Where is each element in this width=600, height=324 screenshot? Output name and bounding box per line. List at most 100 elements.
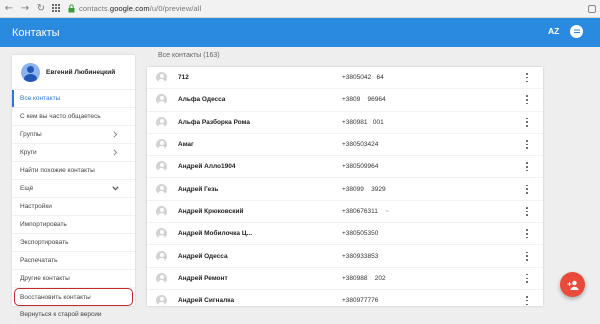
contact-avatar xyxy=(156,116,167,128)
contact-phone: +380933853 xyxy=(342,252,379,260)
more-vert-icon[interactable] xyxy=(524,184,530,195)
chevron-right-icon xyxy=(111,148,120,157)
contact-phone: +380981 001 xyxy=(342,118,384,126)
contact-name: Андрей Алло1904 xyxy=(178,163,236,171)
sidebar-item[interactable]: С кем вы часто общаетесь xyxy=(12,108,135,126)
contact-avatar xyxy=(156,228,167,240)
contact-name: Андрей Ремонт xyxy=(178,274,228,282)
sidebar-item-label: Ещё xyxy=(20,185,34,192)
contact-phone: +380503424 xyxy=(342,141,379,149)
lock-icon xyxy=(66,4,76,14)
contact-phone: +380676311 xyxy=(342,207,378,215)
sidebar-item[interactable]: Восстановить контакты xyxy=(14,288,133,306)
sidebar-item[interactable]: Распечатать xyxy=(12,252,135,270)
address-bar[interactable]: contacts.google.com/u/0/preview/all xyxy=(79,4,201,13)
contact-avatar xyxy=(156,250,167,262)
contact-phone: +380509964 xyxy=(342,163,379,171)
more-vert-icon[interactable] xyxy=(524,94,530,105)
contact-name: Андрей Сигналка xyxy=(178,297,235,305)
more-vert-icon[interactable] xyxy=(524,117,530,128)
contact-row[interactable]: Альфа Одесса +3809 96964 xyxy=(147,89,543,112)
sidebar-item-label: Экспортировать xyxy=(20,239,69,246)
contact-extra: ~ xyxy=(385,207,389,215)
contact-avatar xyxy=(156,272,167,284)
sidebar-item[interactable]: Круги xyxy=(12,144,135,162)
browser-toolbar: ← → ↻ contacts.google.com/u/0/preview/al… xyxy=(0,0,600,18)
sidebar-item-label: Круги xyxy=(20,149,37,156)
contact-row[interactable]: Андрей Гезь +38099 3929 xyxy=(147,178,543,201)
profile-name: Евгений Любинецкий xyxy=(46,68,116,76)
contact-phone: +3805042 64 xyxy=(342,74,384,82)
contact-name: Андрей Гезь xyxy=(178,185,219,193)
sidebar-item-label: С кем вы часто общаетесь xyxy=(20,113,101,120)
contact-name: Андрей Мобилочка Ц... xyxy=(178,230,252,238)
chevron-right-icon xyxy=(111,130,120,139)
contact-row[interactable]: Альфа Разборка Рома +380981 001 xyxy=(147,112,543,134)
sidebar-item-label: Распечатать xyxy=(20,257,58,264)
contact-avatar xyxy=(156,183,167,195)
contact-name: Альфа Одесса xyxy=(178,96,226,104)
contact-row[interactable]: Амаг +380503424 xyxy=(147,134,543,157)
profile-card[interactable]: Евгений Любинецкий xyxy=(12,55,135,90)
sidebar-item[interactable]: Импортировать xyxy=(12,216,135,234)
contacts-list: 712 +3805042 64 Альфа Одесса +3809 96964 Аль… xyxy=(147,67,543,313)
contact-row[interactable]: Андрей Одесса +380933853 xyxy=(147,245,543,268)
contact-phone: +3809 96964 xyxy=(342,96,386,104)
sidebar-item[interactable]: Найти похожие контакты xyxy=(12,162,135,180)
sidebar-item[interactable]: Вернуться к старой версии xyxy=(12,306,135,324)
contact-row[interactable]: Андрей Сигналка +380977776 xyxy=(147,290,543,313)
page-title: Все контакты (163) xyxy=(158,52,220,59)
contact-avatar xyxy=(156,295,167,307)
sidebar-item-label: Группы xyxy=(20,131,42,138)
contact-avatar xyxy=(156,205,167,217)
more-vert-icon[interactable] xyxy=(524,228,530,239)
sidebar-item[interactable]: Настройки xyxy=(12,198,135,216)
contact-avatar xyxy=(156,161,167,173)
sidebar-item-label: Настройки xyxy=(20,203,52,210)
add-contact-button[interactable] xyxy=(560,272,585,297)
sidebar-item[interactable]: Все контакты xyxy=(12,90,135,108)
sidebar-item[interactable]: Ещё xyxy=(12,180,135,198)
more-vert-icon[interactable] xyxy=(524,72,530,83)
chevron-down-icon xyxy=(111,184,120,193)
contact-name: Андрей Крюковский xyxy=(178,207,244,215)
more-vert-icon[interactable] xyxy=(524,273,530,284)
app-title: Контакты xyxy=(12,26,60,39)
contact-name: Андрей Одесса xyxy=(178,252,228,260)
sidebar-item-label: Другие контакты xyxy=(20,275,70,282)
sidebar-item[interactable]: Другие контакты xyxy=(12,270,135,288)
hangouts-icon[interactable] xyxy=(570,25,583,38)
more-vert-icon[interactable] xyxy=(524,161,530,172)
sidebar: Евгений Любинецкий Все контакты С кем вы … xyxy=(12,55,135,324)
sidebar-item-label: Все контакты xyxy=(20,95,61,102)
contact-row[interactable]: 712 +3805042 64 xyxy=(147,67,543,90)
sidebar-item[interactable]: Группы xyxy=(12,126,135,144)
contact-name: Амаг xyxy=(178,141,194,149)
more-vert-icon[interactable] xyxy=(524,139,530,150)
contact-phone: +380505350 xyxy=(342,230,379,238)
contact-avatar xyxy=(156,72,167,84)
more-vert-icon[interactable] xyxy=(524,295,530,306)
contact-avatar xyxy=(156,139,167,151)
more-vert-icon[interactable] xyxy=(524,251,530,262)
browser-menu-icon[interactable] xyxy=(588,4,596,13)
contact-row[interactable]: Андрей Алло1904 +380509964 xyxy=(147,156,543,179)
contact-row[interactable]: Андрей Ремонт +380988 202 xyxy=(147,268,543,290)
reload-icon[interactable]: ↻ xyxy=(34,2,48,16)
apps-grid-icon[interactable] xyxy=(52,4,61,13)
sidebar-item-label: Восстановить контакты xyxy=(20,293,91,301)
sidebar-item[interactable]: Экспортировать xyxy=(12,234,135,252)
contact-phone: +38099 3929 xyxy=(342,185,386,193)
sort-az-button[interactable]: AZ xyxy=(548,26,559,36)
sidebar-item-label: Вернуться к старой версии xyxy=(20,311,102,318)
forward-icon[interactable]: → xyxy=(18,2,32,16)
contact-row[interactable]: Андрей Мобилочка Ц... +380505350 xyxy=(147,223,543,246)
contact-name: 712 xyxy=(178,74,189,82)
contact-phone: +380988 202 xyxy=(342,274,386,282)
contact-row[interactable]: Андрей Крюковский +380676311 ~ xyxy=(147,201,543,224)
contact-name: Альфа Разборка Рома xyxy=(178,118,250,126)
back-icon[interactable]: ← xyxy=(2,2,16,16)
sidebar-item-label: Найти похожие контакты xyxy=(20,167,95,174)
contact-phone: +380977776 xyxy=(342,297,379,305)
more-vert-icon[interactable] xyxy=(524,206,530,217)
